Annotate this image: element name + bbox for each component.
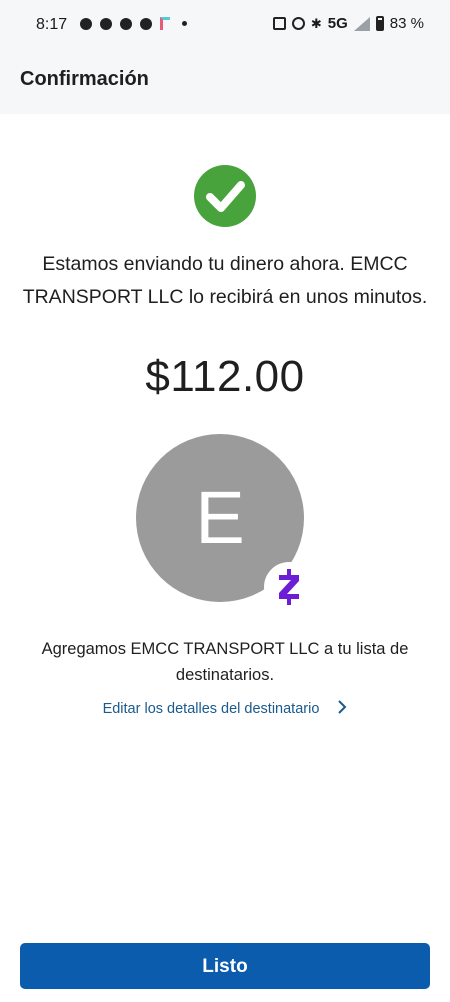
person-add-icon <box>120 17 132 30</box>
chevron-right-icon[interactable] <box>337 700 347 718</box>
network-type: 5G <box>327 15 348 32</box>
confirmation-screen: 8:17 ✱ 5G 83 % Confirmación Estamos envi… <box>0 0 450 1002</box>
battery-percent: 83 % <box>389 15 424 32</box>
edit-recipient-label[interactable]: Editar los detalles del destinatario <box>103 701 320 717</box>
added-recipient-text: Agregamos EMCC TRANSPORT LLC a tu lista … <box>41 640 409 684</box>
amount: $112.00 <box>145 352 305 401</box>
status-time: 8:17 <box>36 16 68 33</box>
edit-recipient-link[interactable]: Editar los detalles del destinatario <box>0 700 450 718</box>
confirmation-message: Estamos enviando tu dinero ahora. EMCC T… <box>22 253 428 308</box>
notification-icons <box>80 17 187 30</box>
alarm-icon <box>291 17 305 30</box>
dot-icon <box>182 21 187 26</box>
signal-icon <box>353 16 370 31</box>
success-check-icon <box>194 165 256 227</box>
done-button[interactable]: Listo <box>20 943 430 989</box>
zelle-logo-icon <box>264 562 314 612</box>
app-header: Confirmación <box>0 50 450 114</box>
facebook-icon <box>100 17 112 30</box>
tiktok-icon <box>160 17 170 30</box>
status-bar: 8:17 ✱ 5G 83 % <box>0 0 450 50</box>
page-title: Confirmación <box>20 68 149 90</box>
facebook-icon <box>80 17 92 30</box>
bluetooth-icon: ✱ <box>310 15 322 31</box>
nfc-icon <box>272 17 286 30</box>
system-icons: ✱ 5G 83 % <box>272 15 424 32</box>
facebook-icon <box>140 17 152 30</box>
battery-icon <box>375 16 384 31</box>
